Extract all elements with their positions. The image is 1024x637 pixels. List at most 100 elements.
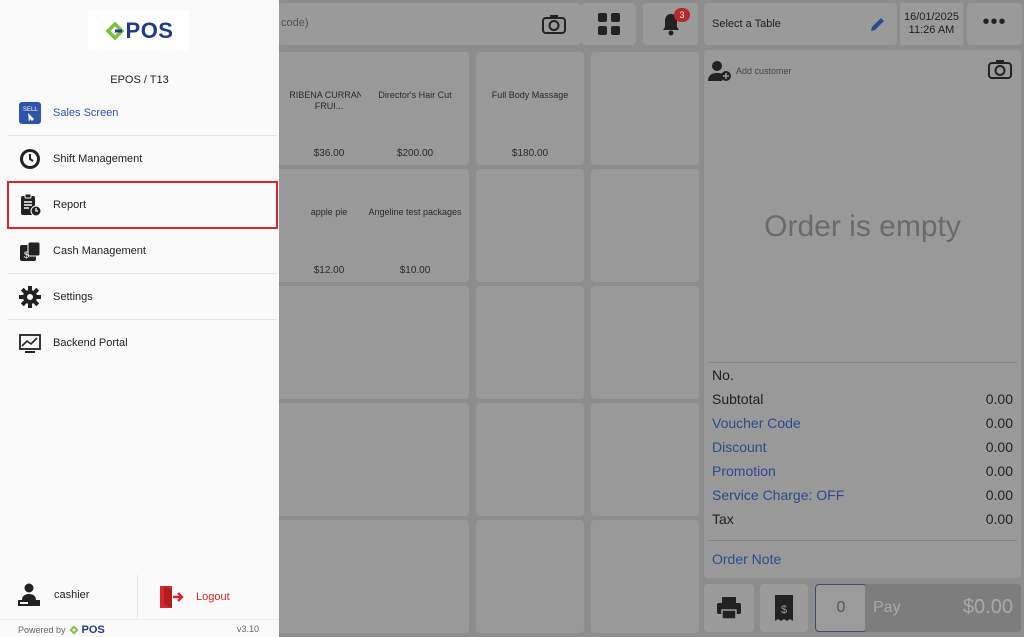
divider xyxy=(137,575,138,619)
add-customer-label: Add customer xyxy=(736,66,792,76)
device-label: EPOS / T13 xyxy=(110,74,169,86)
summary-value: 0.00 xyxy=(985,463,1013,479)
summary-row-discount[interactable]: Discount 0.00 xyxy=(712,439,1013,461)
summary-key: Voucher Code xyxy=(712,415,801,431)
product-price: $180.00 xyxy=(511,148,549,159)
datetime-display: 16/01/2025 11:26 AM xyxy=(900,3,963,45)
product-tile[interactable] xyxy=(591,286,699,399)
menu-item-label: Backend Portal xyxy=(53,337,128,349)
pencil-icon xyxy=(871,18,884,31)
product-name: Angeline test packages xyxy=(368,207,462,217)
cash-icon: $ xyxy=(17,238,43,264)
pay-button[interactable]: Pay $0.00 xyxy=(865,584,1021,632)
summary-row-promotion[interactable]: Promotion 0.00 xyxy=(712,463,1013,485)
grid-icon xyxy=(597,13,620,35)
product-tile[interactable] xyxy=(591,52,699,165)
user-name: cashier xyxy=(54,589,90,601)
menu-item-label: Report xyxy=(53,198,87,211)
menu-item-label: Sales Screen xyxy=(53,106,119,119)
product-tile[interactable] xyxy=(591,520,699,633)
product-tile[interactable] xyxy=(591,169,699,282)
summary-key: Discount xyxy=(712,439,767,455)
product-price: $10.00 xyxy=(399,265,431,276)
epos-logo-mark-icon xyxy=(69,625,78,635)
order-empty-text: Order is empty xyxy=(764,210,961,243)
report-icon xyxy=(17,192,43,218)
product-tile[interactable] xyxy=(476,169,584,282)
product-name: Director's Hair Cut xyxy=(378,90,452,100)
receipt-button[interactable]: $ xyxy=(760,584,808,632)
quantity-input[interactable]: 0 xyxy=(815,584,867,632)
summary-value: 0.00 xyxy=(985,391,1013,407)
select-table-button[interactable]: Select a Table xyxy=(704,3,897,45)
summary-key: Service Charge: OFF xyxy=(712,487,845,503)
summary-key: No. xyxy=(712,367,734,383)
grid-view-button[interactable] xyxy=(581,3,636,45)
menu-item-shift-management[interactable]: Shift Management xyxy=(8,136,277,182)
camera-icon[interactable] xyxy=(987,58,1013,80)
menu-item-report[interactable]: Report xyxy=(7,181,278,229)
divider xyxy=(708,362,1017,363)
drawer-menu: SELL Sales Screen Shift Management Repor… xyxy=(7,90,278,366)
product-tile[interactable] xyxy=(361,403,469,516)
print-button[interactable] xyxy=(704,584,754,632)
printer-icon xyxy=(717,597,741,620)
menu-item-backend-portal[interactable]: Backend Portal xyxy=(8,320,277,366)
summary-key: Promotion xyxy=(712,463,776,479)
product-tile[interactable]: Director's Hair Cut $200.00 xyxy=(361,52,469,165)
gear-icon xyxy=(17,284,43,310)
date-text: 16/01/2025 xyxy=(903,11,960,23)
summary-row-voucher[interactable]: Voucher Code 0.00 xyxy=(712,415,1013,437)
product-tile[interactable] xyxy=(476,403,584,516)
menu-item-sales-screen[interactable]: SELL Sales Screen xyxy=(8,90,277,136)
product-tile[interactable] xyxy=(361,286,469,399)
more-options-button[interactable]: ••• xyxy=(967,3,1022,45)
monitor-chart-icon xyxy=(17,330,43,356)
svg-text:SELL: SELL xyxy=(23,107,38,113)
order-panel: Add customer Order is empty No. Subtotal… xyxy=(704,50,1021,578)
add-user-icon xyxy=(708,61,731,81)
notifications-button[interactable]: 3 xyxy=(643,3,698,45)
menu-item-cash-management[interactable]: $ Cash Management xyxy=(8,228,277,274)
app-logo: POS xyxy=(88,10,189,51)
pay-amount: $0.00 xyxy=(962,596,1013,618)
powered-by: Powered by POS xyxy=(18,624,105,636)
add-customer-button[interactable]: Add customer xyxy=(708,60,792,82)
search-bar[interactable]: code) xyxy=(279,3,534,45)
epos-logo-mark-icon xyxy=(105,21,124,40)
powered-brand: POS xyxy=(81,624,105,636)
svg-text:$: $ xyxy=(24,250,29,260)
product-name: Full Body Massage xyxy=(491,90,569,100)
powered-by-footer: Powered by POS v3.10 xyxy=(0,619,279,637)
logout-button[interactable]: Logout xyxy=(158,584,230,610)
product-tile[interactable]: Full Body Massage $180.00 xyxy=(476,52,584,165)
product-tile[interactable] xyxy=(476,520,584,633)
svg-text:$: $ xyxy=(781,604,787,616)
menu-item-settings[interactable]: Settings xyxy=(8,274,277,320)
menu-item-label: Shift Management xyxy=(53,152,143,165)
summary-row-service-charge[interactable]: Service Charge: OFF 0.00 xyxy=(712,487,1013,509)
time-text: 11:26 AM xyxy=(908,24,955,36)
camera-button[interactable] xyxy=(526,3,581,45)
summary-key: Tax xyxy=(712,511,734,527)
summary-value: 0.00 xyxy=(985,415,1013,431)
cashier-icon xyxy=(18,583,40,606)
logo-text: POS xyxy=(125,17,174,43)
camera-icon xyxy=(541,15,566,34)
summary-row: No. xyxy=(712,367,1013,389)
summary-value: 0.00 xyxy=(985,439,1013,455)
menu-item-label: Settings xyxy=(53,290,93,303)
product-tile[interactable] xyxy=(591,403,699,516)
menu-item-label: Cash Management xyxy=(53,244,146,257)
product-tile[interactable] xyxy=(361,520,469,633)
product-tile[interactable]: Angeline test packages $10.00 xyxy=(361,169,469,282)
product-tile[interactable] xyxy=(476,286,584,399)
order-note-button[interactable]: Order Note xyxy=(712,551,781,567)
search-placeholder: code) xyxy=(281,17,309,29)
summary-value: 0.00 xyxy=(985,487,1013,503)
table-label: Select a Table xyxy=(712,18,781,30)
summary-row: Subtotal 0.00 xyxy=(712,391,1013,413)
clock-icon xyxy=(17,146,43,172)
summary-value: 0.00 xyxy=(985,511,1013,527)
summary-key: Subtotal xyxy=(712,391,764,407)
